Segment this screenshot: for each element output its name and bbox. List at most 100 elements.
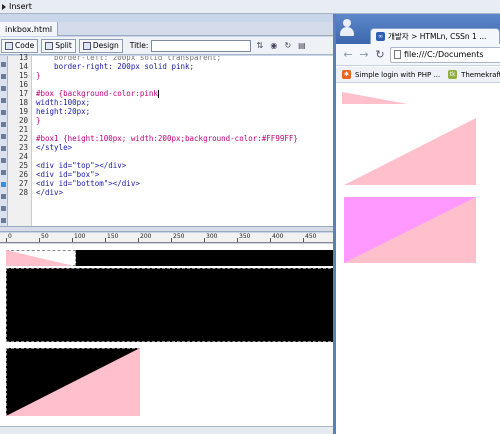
browser-tab[interactable]: ∞ 개발자 > HTMLn, CSSn 1 ... xyxy=(370,28,500,44)
line-number: 19 xyxy=(18,107,28,116)
ruler-tick xyxy=(138,238,139,242)
page-title-input[interactable] xyxy=(151,39,252,52)
design-bottom-shape xyxy=(6,348,140,416)
ruler-label: 200 xyxy=(140,233,152,240)
line-number: 14 xyxy=(18,62,28,71)
insert-label: Insert xyxy=(9,2,32,11)
ruler-tick xyxy=(204,238,205,242)
user-profile-icon[interactable] xyxy=(340,18,354,38)
ruler-tick xyxy=(72,238,73,242)
bookmark-item-simple-login[interactable]: Simple login with PHP ... xyxy=(355,71,440,79)
ruler-label: 350 xyxy=(239,233,251,240)
code-line: border-right: 200px solid pink; xyxy=(36,62,195,71)
ruler-tick xyxy=(39,238,40,242)
design-top-div[interactable] xyxy=(6,250,76,266)
split-divider[interactable] xyxy=(0,226,336,232)
browser-navbar: ← → ↻ file:///C:/Documents xyxy=(336,44,500,66)
design-box-bar[interactable] xyxy=(76,250,336,266)
collapse-tag-icon[interactable] xyxy=(1,74,6,79)
line-number: 25 xyxy=(18,161,28,170)
word-wrap-icon[interactable] xyxy=(1,146,6,151)
design-ruler: 0 50 100 150 200 250 300 350 400 450 xyxy=(0,233,336,243)
balance-braces-icon[interactable] xyxy=(1,110,6,115)
design-top-triangle xyxy=(6,250,74,266)
code-line: <div id="box"> xyxy=(36,170,100,179)
text-cursor xyxy=(157,90,159,98)
preview-globe-icon[interactable]: ◉ xyxy=(268,40,279,51)
rendered-box-triangle xyxy=(344,118,476,185)
code-line: } xyxy=(36,116,41,125)
tab-title: 개발자 > HTMLn, CSSn 1 ... xyxy=(388,32,487,41)
insert-bar[interactable]: Insert xyxy=(0,0,500,14)
browser-titlebar: ∞ 개발자 > HTMLn, CSSn 1 ... xyxy=(336,14,500,44)
indent-code-icon[interactable] xyxy=(1,206,6,211)
browser-viewport[interactable] xyxy=(336,84,500,434)
address-bar-url: file:///C:/Documents xyxy=(404,50,484,59)
select-parent-tag-icon[interactable] xyxy=(1,98,6,103)
toolbar-more-icon[interactable] xyxy=(1,218,6,223)
ruler-tick xyxy=(6,238,7,242)
expand-triangle-icon[interactable] xyxy=(2,3,6,10)
line-number-gutter: 13 14 15 16 17 18 19 20 21 22 23 24 25 26 27 28 xyxy=(8,53,32,226)
view-options-icon[interactable]: ▤ xyxy=(296,40,307,51)
line-number: 16 xyxy=(18,80,28,89)
design-view[interactable] xyxy=(0,244,336,426)
design-view-button[interactable]: Design xyxy=(78,38,123,53)
open-documents-icon[interactable] xyxy=(1,62,6,67)
bookmark-favicon-icon: tk xyxy=(448,70,458,79)
wrap-tag-icon[interactable] xyxy=(1,182,6,187)
code-line: <div id="top"></div> xyxy=(36,161,127,170)
bookmark-favicon-icon: ✱ xyxy=(342,70,351,79)
ruler-label: 100 xyxy=(74,233,86,240)
document-toolbar: Code Split Design Title: ⇅ ◉ ↻ ▤ xyxy=(0,37,336,55)
apply-comment-icon[interactable] xyxy=(1,158,6,163)
document-tab[interactable]: inkbox.html xyxy=(0,22,59,36)
ruler-tick xyxy=(171,238,172,242)
code-view-label: Code xyxy=(15,41,35,50)
ruler-tick xyxy=(303,238,304,242)
forward-arrow-icon[interactable]: → xyxy=(358,48,370,61)
ruler-tick xyxy=(270,238,271,242)
code-icon xyxy=(5,41,13,50)
design-box-div[interactable] xyxy=(6,268,336,342)
back-arrow-icon[interactable]: ← xyxy=(342,48,354,61)
remove-comment-icon[interactable] xyxy=(1,170,6,175)
ruler-label: 50 xyxy=(41,233,49,240)
ruler-label: 150 xyxy=(107,233,119,240)
document-tab-bar: inkbox.html xyxy=(0,22,336,36)
browser-window: ∞ 개발자 > HTMLn, CSSn 1 ... ← → ↻ file:///… xyxy=(333,14,500,434)
address-bar[interactable]: file:///C:/Documents xyxy=(390,46,500,63)
reload-icon[interactable]: ↻ xyxy=(374,48,386,61)
split-icon xyxy=(45,41,54,50)
line-number: 15 xyxy=(18,71,28,80)
line-number: 24 xyxy=(18,152,28,161)
code-line: height:20px; xyxy=(36,107,91,116)
code-line: #box1 {height:100px; width:200px;backgro… xyxy=(36,134,298,143)
design-bottom-div[interactable] xyxy=(6,348,140,416)
line-numbers-icon[interactable] xyxy=(1,122,6,127)
split-view-label: Split xyxy=(55,41,72,50)
rendered-page xyxy=(342,92,476,263)
title-label: Title: xyxy=(129,41,149,50)
highlight-invalid-icon[interactable] xyxy=(1,134,6,139)
ruler-tick xyxy=(105,238,106,242)
code-view-button[interactable]: Code xyxy=(1,38,39,53)
code-editor[interactable]: border-left: 200px solid transparent; bo… xyxy=(32,56,336,226)
line-number: 26 xyxy=(18,170,28,179)
ruler-label: 300 xyxy=(206,233,218,240)
line-number: 17 xyxy=(18,89,28,98)
split-view-button[interactable]: Split xyxy=(41,38,76,53)
line-number: 27 xyxy=(18,179,28,188)
line-number: 18 xyxy=(18,98,28,107)
code-line: </style> xyxy=(36,143,73,152)
refresh-icon[interactable]: ↻ xyxy=(282,40,293,51)
design-bottom-triangle xyxy=(6,348,140,416)
file-management-icon[interactable]: ⇅ xyxy=(254,40,265,51)
code-line: <div id="bottom"></div> xyxy=(36,179,140,188)
document-tab-label: inkbox.html xyxy=(5,24,53,34)
bookmark-item-themekraft[interactable]: Themekraft Fo xyxy=(461,71,500,79)
design-icon xyxy=(82,41,91,50)
recent-snippets-icon[interactable] xyxy=(1,194,6,199)
expand-all-icon[interactable] xyxy=(1,86,6,91)
bookmarks-bar: ✱ Simple login with PHP ... tk Themekraf… xyxy=(336,67,500,83)
